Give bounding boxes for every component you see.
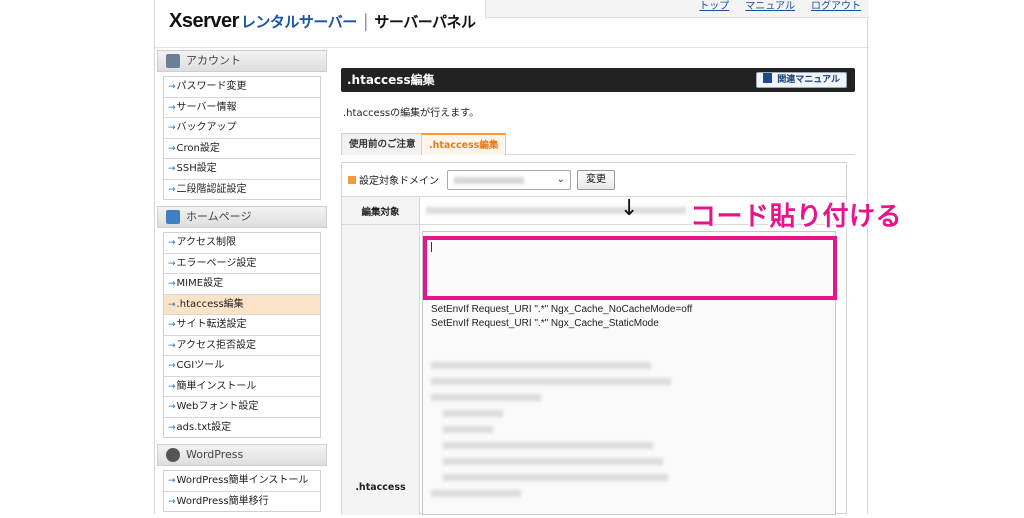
sidebar-item[interactable]: →エラーページ設定	[164, 252, 320, 273]
sidebar-item-htaccess-active[interactable]: →.htaccess編集	[164, 293, 320, 314]
sidebar-item[interactable]: →Cron設定	[164, 137, 320, 158]
blurred-code	[431, 362, 651, 369]
tab-htaccess-edit[interactable]: .htaccess編集	[421, 133, 507, 155]
sidebar-item[interactable]: →ads.txt設定	[164, 416, 320, 437]
page-title: .htaccess編集	[347, 73, 435, 87]
sidebar-list-homepage: →アクセス制限 →エラーページ設定 →MIME設定 →.htaccess編集 →…	[163, 232, 321, 438]
sidebar-item[interactable]: →Webフォント設定	[164, 396, 320, 417]
sidebar-group-homepage: ホームページ →アクセス制限 →エラーページ設定 →MIME設定 →.htacc…	[157, 206, 327, 438]
blurred-code	[443, 410, 503, 417]
sidebar-item[interactable]: →バックアップ	[164, 117, 320, 138]
related-manual-button[interactable]: 関連マニュアル	[756, 72, 847, 88]
sidebar-item[interactable]: →サーバー情報	[164, 96, 320, 117]
header: Xserver レンタルサーバー | サーバーパネル トップ マニュアル ログアウト	[155, 0, 869, 48]
account-icon	[166, 54, 180, 68]
sidebar-list-wordpress: →WordPress簡単インストール →WordPress簡単移行	[163, 470, 321, 512]
sidebar-item[interactable]: →アクセス制限	[164, 232, 320, 253]
domain-row: 設定対象ドメイン ⌄ 変更	[342, 163, 846, 197]
sidebar-head-homepage: ホームページ	[157, 206, 327, 228]
blurred-code	[443, 442, 653, 449]
sidebar-item[interactable]: →SSH設定	[164, 158, 320, 179]
nav-logout-link[interactable]: ログアウト	[811, 1, 861, 12]
sidebar-group-account: アカウント →パスワード変更 →サーバー情報 →バックアップ →Cron設定 →…	[157, 50, 327, 200]
annotation-text: コード貼り付ける	[690, 202, 903, 232]
logo-brand: Xserver	[169, 10, 239, 32]
page-title-bar: .htaccess編集 関連マニュアル	[341, 68, 855, 92]
logo-panel: サーバーパネル	[374, 13, 476, 31]
blurred-code	[443, 458, 663, 465]
top-nav: トップ マニュアル ログアウト	[485, 0, 869, 18]
xserver-logo[interactable]: Xserver レンタルサーバー | サーバーパネル	[169, 8, 476, 33]
chevron-down-icon: ⌄	[556, 173, 565, 185]
logo-rental: レンタルサーバー	[240, 13, 357, 31]
book-icon	[763, 73, 773, 83]
code-line: SetEnvIf Request_URI ".*" Ngx_Cache_NoCa…	[431, 304, 693, 315]
sidebar-item[interactable]: →WordPress簡単インストール	[164, 470, 320, 491]
annotation-highlight-box	[423, 236, 837, 300]
sidebar: アカウント →パスワード変更 →サーバー情報 →バックアップ →Cron設定 →…	[157, 50, 327, 518]
sidebar-item[interactable]: →CGIツール	[164, 355, 320, 376]
main-content: .htaccess編集 関連マニュアル .htaccessの編集が行えます。 使…	[341, 68, 855, 515]
sidebar-head-account: アカウント	[157, 50, 327, 72]
sidebar-item[interactable]: →アクセス拒否設定	[164, 334, 320, 355]
blurred-code	[443, 474, 668, 481]
sidebar-item[interactable]: →二段階認証設定	[164, 178, 320, 199]
tab-bar: 使用前のご注意 .htaccess編集	[341, 133, 855, 155]
bullet-icon	[348, 175, 356, 184]
nav-manual-link[interactable]: マニュアル	[745, 1, 795, 12]
sidebar-item[interactable]: →MIME設定	[164, 273, 320, 294]
blurred-code	[431, 378, 671, 385]
sidebar-head-wordpress: WordPress	[157, 444, 327, 466]
code-line: SetEnvIf Request_URI ".*" Ngx_Cache_Stat…	[431, 318, 659, 329]
sidebar-item[interactable]: →サイト転送設定	[164, 314, 320, 335]
tab-notice[interactable]: 使用前のご注意	[341, 133, 424, 155]
sidebar-item[interactable]: →WordPress簡単移行	[164, 490, 320, 511]
domain-select[interactable]: ⌄	[447, 169, 571, 190]
annotation-arrow: ↓	[620, 196, 639, 221]
wordpress-icon	[166, 448, 180, 462]
homepage-icon	[166, 210, 180, 224]
sidebar-group-wordpress: WordPress →WordPress簡単インストール →WordPress簡…	[157, 444, 327, 512]
target-label: 編集対象	[342, 197, 420, 224]
blurred-code	[431, 394, 541, 401]
domain-select-value	[454, 176, 524, 184]
page-description: .htaccessの編集が行えます。	[343, 108, 480, 119]
sidebar-list-account: →パスワード変更 →サーバー情報 →バックアップ →Cron設定 →SSH設定 …	[163, 76, 321, 200]
logo-separator: |	[362, 11, 369, 32]
change-button[interactable]: 変更	[577, 169, 615, 190]
sidebar-item[interactable]: →簡単インストール	[164, 375, 320, 396]
target-value-blurred	[426, 207, 686, 214]
blurred-code	[431, 490, 521, 497]
nav-top-link[interactable]: トップ	[699, 1, 729, 12]
sidebar-item[interactable]: →パスワード変更	[164, 76, 320, 97]
domain-label: 設定対象ドメイン	[359, 176, 439, 187]
htaccess-label: .htaccess	[342, 225, 420, 515]
blurred-code	[443, 426, 493, 433]
